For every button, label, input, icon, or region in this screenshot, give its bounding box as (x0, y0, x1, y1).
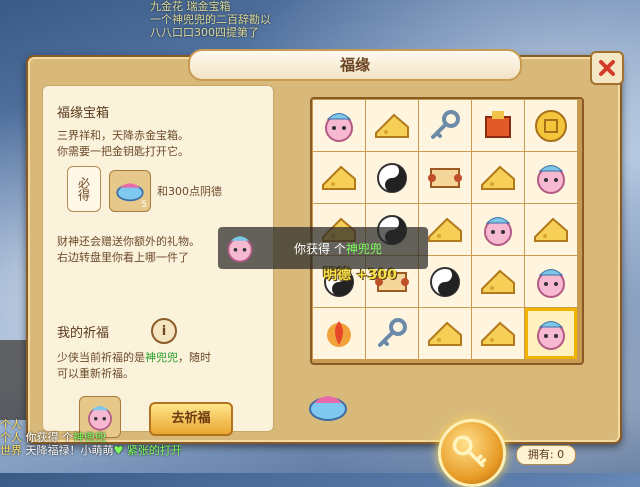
chest-desc: 三界祥和，天降赤金宝箱。 (57, 129, 189, 142)
grid-cell-pig[interactable] (313, 100, 365, 151)
reward-text: 和300点阴德 (157, 185, 222, 198)
cheese-icon (428, 217, 462, 242)
grid-cell-cheese[interactable] (525, 204, 577, 255)
pig-icon (537, 320, 565, 350)
obtain-toast: 你获得 个神兜兜 (218, 227, 428, 269)
grid-cell-cheese[interactable] (472, 152, 524, 203)
dialog-title: 福缘 (188, 49, 522, 81)
cheese-icon (375, 113, 409, 138)
must-get-label: 必得 (67, 166, 101, 212)
altar-icon (485, 110, 511, 138)
chat-highlight: ♥ 紧张的打开 (113, 444, 182, 457)
wish-title: 我的祈福 (57, 326, 110, 341)
bottom-chat: 个人 个人 你获得 个神兜兜 世界 天降福禄！小萌萌♥ 紧张的打开 (0, 418, 240, 473)
grid-cell-cheese[interactable] (472, 308, 524, 359)
chat-line: 个人 你获得 个神兜兜 (0, 431, 240, 444)
grid-cell-cheese[interactable] (313, 152, 365, 203)
wish-desc: 少侠当前祈福的是神兜兜，随时 (57, 350, 211, 365)
owned-count: 拥有: 0 (516, 445, 576, 465)
gift-text: 右边转盘里你看上哪一件了 (57, 251, 189, 264)
grid-cell-key[interactable] (366, 308, 418, 359)
grid-cell-scroll[interactable] (419, 152, 471, 203)
toast-text: 你获得 个神兜兜 (294, 240, 382, 257)
top-chat-line: 一个神兜兜的二百辞勘以 (150, 13, 271, 26)
cheese-icon (481, 269, 515, 294)
chat-highlight: 神兜兜 (73, 431, 106, 444)
close-button[interactable] (590, 51, 624, 85)
side-panel (0, 340, 28, 420)
chat-tag: 个人 (0, 418, 22, 431)
top-chat: 九金花 瑞金宝箱 一个神兜兜的二百辞勘以 八八口口300四提第了 (150, 0, 390, 50)
wish-desc-part: 少侠当前祈福的是 (57, 351, 145, 364)
pig-icon (227, 236, 253, 263)
cheese-icon (534, 217, 568, 242)
cheese-icon (428, 321, 462, 346)
toast-text-main: 你获得 个 (294, 242, 346, 256)
cheese-icon (481, 165, 515, 190)
chest-desc: 你需要一把金钥匙打开它。 (57, 145, 189, 158)
grid-cell-fire[interactable] (313, 308, 365, 359)
chat-line: 世界 天降福禄！小萌萌♥ 紧张的打开 (0, 444, 240, 457)
yinyang-icon (377, 162, 407, 193)
wish-desc-part: ，随时 (178, 351, 211, 364)
info-button[interactable]: i (151, 318, 177, 344)
grid-cell-key[interactable] (419, 100, 471, 151)
chest-title: 福缘宝箱 (57, 106, 110, 121)
reward-qty: 5 (141, 200, 147, 210)
coin-icon (535, 109, 567, 142)
pig-icon (325, 112, 353, 142)
grid-cell-cheese[interactable] (472, 256, 524, 307)
reward-slot[interactable]: 5 (109, 170, 151, 212)
wish-desc: 可以重新祈福。 (57, 367, 134, 380)
fish-icon (309, 396, 347, 421)
grid-cell-pig[interactable] (525, 308, 577, 359)
scroll-icon (428, 167, 462, 188)
gift-text: 财神还会赠送你额外的礼物。 (57, 235, 200, 248)
spin-button[interactable] (438, 419, 506, 487)
chat-text: 你获得 个 (25, 431, 74, 444)
pig-icon (537, 268, 565, 298)
key-icon (378, 317, 407, 347)
grid-cell-coin[interactable] (525, 100, 577, 151)
grid-cell-pig[interactable] (472, 204, 524, 255)
cheese-icon (481, 321, 515, 346)
chat-tag: 世界 (0, 444, 22, 457)
grid-cell-cheese[interactable] (366, 100, 418, 151)
grid-cell-cheese[interactable] (419, 308, 471, 359)
yinyang-icon (430, 266, 460, 297)
close-icon (599, 60, 615, 76)
grid-cell-yinyang[interactable] (366, 152, 418, 203)
cheese-icon (322, 165, 356, 190)
top-chat-line: 九金花 瑞金宝箱 (150, 0, 231, 13)
grid-cell-pig[interactable] (525, 256, 577, 307)
grid-cell-pig[interactable] (525, 152, 577, 203)
chat-line: 个人 (0, 418, 240, 431)
wish-item-name: 神兜兜 (145, 351, 178, 364)
pig-icon (537, 164, 565, 194)
golden-key-icon (452, 435, 487, 468)
chat-text: 天降福禄！小萌萌 (25, 444, 114, 457)
key-icon (431, 109, 460, 139)
fire-icon (327, 320, 351, 347)
fish-reward (306, 387, 350, 431)
grid-cell-altar[interactable] (472, 100, 524, 151)
pig-icon (484, 216, 512, 246)
top-chat-line: 八八口口300四提第了 (150, 26, 259, 39)
toast-item: 神兜兜 (345, 242, 382, 256)
chat-tag: 个人 (0, 431, 22, 444)
